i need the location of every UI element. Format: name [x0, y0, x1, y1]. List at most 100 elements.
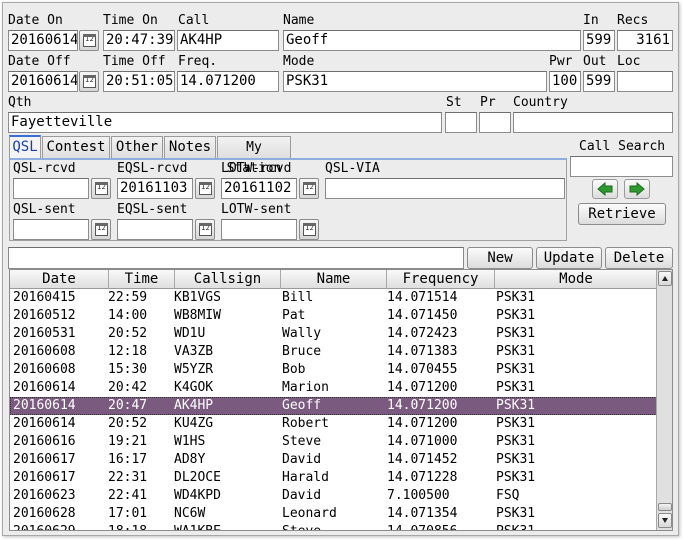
province-field[interactable]	[479, 112, 511, 133]
table-row[interactable]: 20160614 20:52 KU4ZG Robert 14.071200 PSK31	[10, 415, 657, 433]
cell-date: 20160617	[13, 452, 76, 467]
eqsl-rcvd-calendar-button[interactable]: 12	[195, 178, 215, 199]
qsl-sent-label: QSL-sent	[13, 202, 76, 217]
name-field[interactable]: Geoff	[283, 30, 581, 51]
cell-frequency: 14.072423	[387, 326, 458, 341]
cell-time: 22:41	[108, 488, 148, 503]
qsl-via-field[interactable]	[325, 178, 565, 199]
cell-frequency: 14.071514	[387, 290, 458, 305]
cell-date: 20160616	[13, 434, 76, 449]
cell-date: 20160608	[13, 344, 76, 359]
delete-button[interactable]: Delete	[605, 247, 673, 269]
call-field[interactable]: AK4HP	[177, 30, 279, 51]
tab-my-station[interactable]: My Station	[217, 136, 291, 176]
lotw-rcvd-calendar-button[interactable]: 12	[299, 178, 319, 199]
table-row[interactable]: 20160614 20:47 AK4HP Geoff 14.071200 PSK31	[10, 397, 657, 415]
retrieve-button[interactable]: Retrieve	[578, 203, 666, 225]
comment-field[interactable]	[8, 247, 464, 269]
qth-field[interactable]: Fayetteville	[8, 112, 442, 133]
qsl-sent-field[interactable]	[13, 219, 89, 240]
column-header-mode[interactable]: Mode	[495, 270, 657, 289]
cell-callsign: DL2OCE	[174, 470, 221, 485]
table-row[interactable]: 20160623 22:41 WD4KPD David 7.100500 FSQ	[10, 487, 657, 505]
cell-time: 17:01	[108, 506, 148, 521]
freq-field[interactable]: 14.071200	[177, 71, 279, 92]
lotw-sent-calendar-button[interactable]: 12	[299, 219, 319, 240]
column-header-date[interactable]: Date	[10, 270, 109, 289]
column-header-callsign[interactable]: Callsign	[175, 270, 281, 289]
cell-date: 20160614	[13, 398, 76, 413]
date-on-calendar-button[interactable]: 12	[79, 30, 99, 51]
date-on-field[interactable]: 20160614	[8, 30, 78, 51]
qso-log-table[interactable]: Date Time Callsign Name Frequency Mode 2…	[9, 269, 673, 531]
tab-qsl[interactable]: QSL	[9, 135, 41, 160]
date-off-calendar-button[interactable]: 12	[79, 71, 99, 92]
column-header-time[interactable]: Time	[109, 270, 175, 289]
tab-other[interactable]: Other	[111, 136, 163, 159]
time-on-field[interactable]: 20:47:39	[103, 30, 175, 51]
time-off-label: Time Off	[103, 54, 166, 69]
cell-callsign: W1HS	[174, 434, 206, 449]
table-row[interactable]: 20160608 12:18 VA3ZB Bruce 14.071383 PSK31	[10, 343, 657, 361]
cell-time: 20:42	[108, 380, 148, 395]
mode-field[interactable]: PSK31	[283, 71, 547, 92]
cell-time: 12:18	[108, 344, 148, 359]
next-record-button[interactable]	[624, 179, 650, 199]
pwr-field[interactable]: 100	[549, 71, 581, 92]
table-row[interactable]: 20160531 20:52 WD1U Wally 14.072423 PSK31	[10, 325, 657, 343]
qsl-rcvd-label: QSL-rcvd	[13, 161, 76, 176]
cell-callsign: WD4KPD	[174, 488, 221, 503]
qsl-sent-calendar-button[interactable]: 12	[91, 219, 111, 240]
cell-name: Robert	[282, 416, 329, 431]
column-header-frequency[interactable]: Frequency	[387, 270, 495, 289]
cell-mode: PSK31	[496, 452, 536, 467]
vertical-scrollbar[interactable]	[656, 270, 672, 530]
scroll-thumb[interactable]	[658, 503, 672, 511]
arrow-left-icon	[597, 182, 613, 196]
qsl-rcvd-calendar-button[interactable]: 12	[91, 178, 111, 199]
table-row[interactable]: 20160512 14:00 WB8MIW Pat 14.071450 PSK31	[10, 307, 657, 325]
rst-out-field[interactable]: 599	[583, 71, 615, 92]
table-row[interactable]: 20160628 17:01 NC6W Leonard 14.071354 PSK31	[10, 505, 657, 523]
loc-field[interactable]	[617, 71, 673, 92]
update-button[interactable]: Update	[536, 247, 602, 269]
cell-name: Pat	[282, 308, 306, 323]
prev-record-button[interactable]	[592, 179, 618, 199]
tab-contest[interactable]: Contest	[42, 136, 110, 159]
column-header-name[interactable]: Name	[281, 270, 387, 289]
cell-date: 20160531	[13, 326, 76, 341]
qsl-rcvd-field[interactable]	[13, 178, 89, 199]
table-row[interactable]: 20160415 22:59 KB1VGS Bill 14.071514 PSK31	[10, 289, 657, 307]
table-row[interactable]: 20160616 19:21 W1HS Steve 14.071000 PSK31	[10, 433, 657, 451]
cell-frequency: 14.071200	[387, 398, 458, 413]
scroll-up-button[interactable]	[658, 271, 672, 286]
tab-notes[interactable]: Notes	[164, 136, 216, 159]
table-row[interactable]: 20160617 22:31 DL2OCE Harald 14.071228 PSK31	[10, 469, 657, 487]
date-on-label: Date On	[8, 13, 63, 28]
cell-name: Bob	[282, 362, 306, 377]
lotw-sent-field[interactable]	[221, 219, 297, 240]
table-header: Date Time Callsign Name Frequency Mode	[10, 270, 657, 289]
lotw-rcvd-field[interactable]: 20161102	[221, 178, 297, 199]
table-row[interactable]: 20160614 20:42 K4GOK Marion 14.071200 PSK31	[10, 379, 657, 397]
eqsl-sent-field[interactable]	[117, 219, 193, 240]
table-row[interactable]: 20160629 18:18 WA1KBE Steve 14.070856 PSK31	[10, 523, 657, 530]
call-search-field[interactable]	[570, 156, 673, 177]
table-row[interactable]: 20160617 16:17 AD8Y David 14.071452 PSK31	[10, 451, 657, 469]
state-label: St	[446, 95, 462, 110]
cell-frequency: 14.071000	[387, 434, 458, 449]
scroll-down-button[interactable]	[658, 513, 672, 528]
new-button[interactable]: New	[467, 247, 533, 269]
rst-in-field[interactable]: 599	[583, 30, 615, 51]
table-row[interactable]: 20160608 15:30 W5YZR Bob 14.070455 PSK31	[10, 361, 657, 379]
cell-name: Steve	[282, 523, 321, 530]
cell-frequency: 14.071354	[387, 506, 458, 521]
date-off-field[interactable]: 20160614	[8, 71, 78, 92]
eqsl-sent-calendar-button[interactable]: 12	[195, 219, 215, 240]
country-field[interactable]	[513, 112, 673, 133]
state-field[interactable]	[445, 112, 477, 133]
cell-time: 20:52	[108, 326, 148, 341]
time-off-field[interactable]: 20:51:05	[103, 71, 175, 92]
eqsl-rcvd-field[interactable]: 20161103	[117, 178, 193, 199]
name-label: Name	[283, 13, 315, 28]
